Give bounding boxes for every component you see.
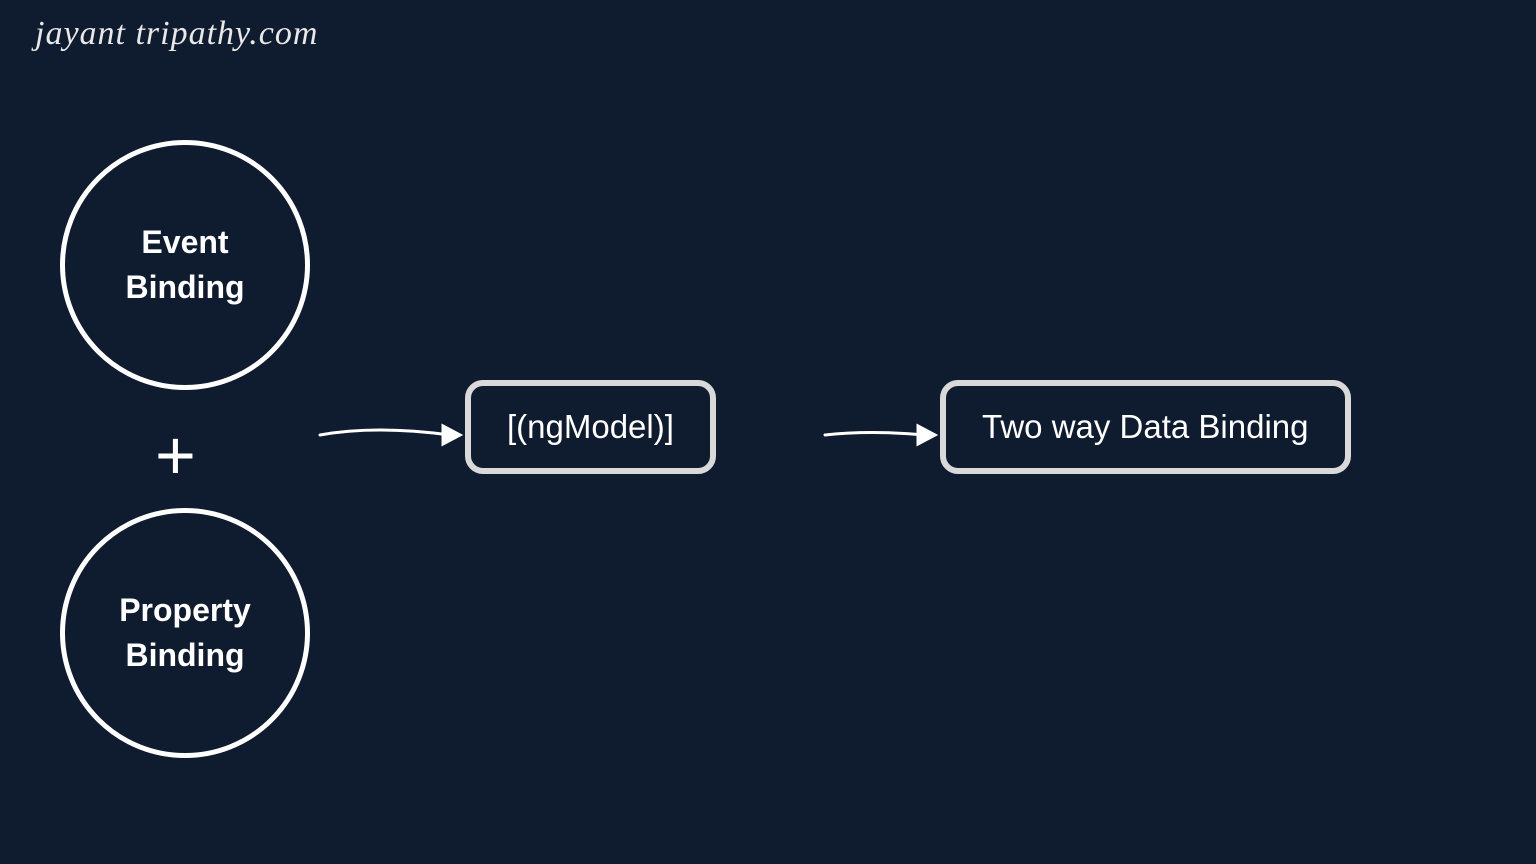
property-binding-label: Property Binding xyxy=(119,588,251,678)
event-binding-label: Event Binding xyxy=(125,220,244,310)
watermark-text: jayant tripathy.com xyxy=(35,15,318,53)
twoway-binding-box: Two way Data Binding xyxy=(940,380,1351,474)
event-binding-node: Event Binding xyxy=(60,140,310,390)
arrow-to-twoway xyxy=(820,415,940,455)
ngmodel-box: [(ngModel)] xyxy=(465,380,716,474)
property-binding-node: Property Binding xyxy=(60,508,310,758)
arrow-to-ngmodel xyxy=(315,415,465,455)
ngmodel-label: [(ngModel)] xyxy=(507,408,674,446)
plus-icon: + xyxy=(155,420,196,490)
twoway-binding-label: Two way Data Binding xyxy=(982,408,1309,446)
